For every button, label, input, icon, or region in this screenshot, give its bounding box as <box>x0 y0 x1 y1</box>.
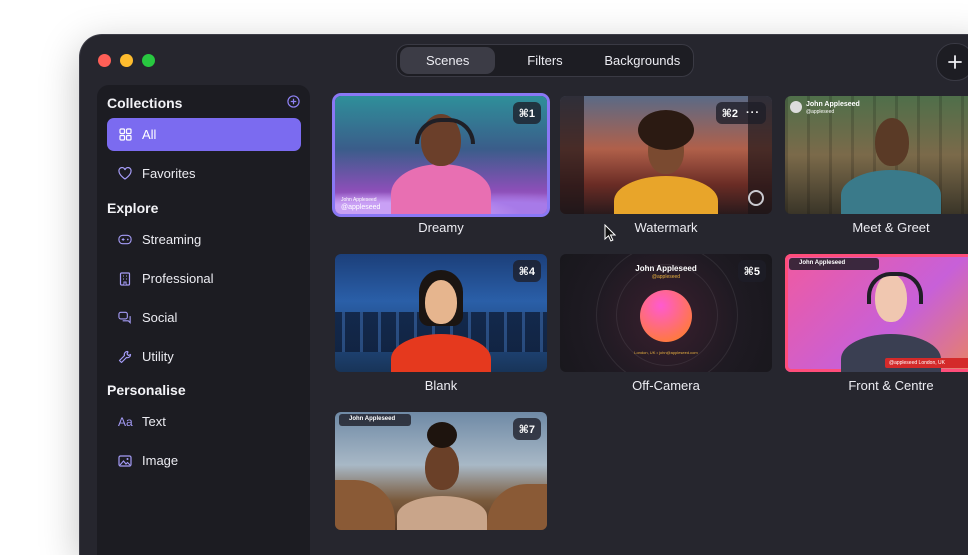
watermark-logo-icon <box>748 190 764 206</box>
scene-thumbnail: John Appleseed ⌘7 <box>335 412 547 530</box>
sidebar-item-label: Social <box>142 310 178 325</box>
sidebar-item-label: Professional <box>142 271 214 286</box>
plus-icon <box>948 55 962 69</box>
overlay-handle-label: @appleseed <box>806 109 835 115</box>
view-tabs: Scenes Filters Backgrounds <box>396 44 694 77</box>
scene-card-blank[interactable]: ⌘4 Blank <box>335 254 547 393</box>
overlay-name-label: John Appleseed <box>806 101 860 108</box>
scene-name: Blank <box>424 378 458 393</box>
shortcut-badge: ⌘4 <box>512 260 541 282</box>
maximize-window-button[interactable] <box>142 54 155 67</box>
shortcut-label: ⌘4 <box>518 265 535 278</box>
overlay-name-label: John Appleseed <box>349 416 396 422</box>
sidebar-item-label: Utility <box>142 349 174 364</box>
building-icon <box>118 271 132 286</box>
sidebar-item-professional[interactable]: Professional <box>107 262 301 295</box>
image-icon <box>118 454 132 468</box>
sidebar-item-favorites[interactable]: Favorites <box>107 157 301 190</box>
tab-backgrounds[interactable]: Backgrounds <box>595 47 690 74</box>
sidebar-item-label: All <box>142 127 157 142</box>
shortcut-label: ⌘1 <box>518 107 535 120</box>
sidebar-item-social[interactable]: Social <box>107 301 301 334</box>
add-collection-icon[interactable] <box>287 95 300 108</box>
sidebar-item-label: Image <box>142 453 179 468</box>
more-options-icon[interactable]: ··· <box>746 107 760 119</box>
shortcut-label: ⌘7 <box>518 423 535 436</box>
overlay-footer-label: London, UK • john@appleseed.com <box>634 350 698 355</box>
close-window-button[interactable] <box>98 54 111 67</box>
shortcut-badge: ⌘1 <box>512 102 541 124</box>
overlay-footer-label: @appleseed London, UK <box>889 360 945 366</box>
sidebar-item-image[interactable]: Image <box>107 444 301 477</box>
personalise-title: Personalise <box>107 382 186 398</box>
overlay-name-label: John Appleseed <box>799 260 846 266</box>
overlay-handle-label: @appleseed <box>341 204 381 211</box>
scene-name: Dreamy <box>418 220 464 235</box>
scene-thumbnail: John Appleseed @appleseed London, UK • j… <box>560 254 772 372</box>
shortcut-badge: ⌘5 <box>737 260 766 282</box>
explore-title: Explore <box>107 200 159 216</box>
sidebar-item-all[interactable]: All <box>107 118 301 151</box>
scene-name: Front & Centre <box>848 378 934 393</box>
scene-card-7[interactable]: John Appleseed ⌘7 <box>335 412 547 536</box>
text-aa-icon: Aa <box>118 414 133 429</box>
minimize-window-button[interactable] <box>120 54 133 67</box>
scene-thumbnail: ⌘4 <box>335 254 547 372</box>
shortcut-badge: ⌘7 <box>512 418 541 440</box>
wrench-icon <box>118 350 132 364</box>
scene-thumbnail: John Appleseed @appleseed London, UK <box>785 254 968 372</box>
gamepad-icon <box>118 233 132 247</box>
sidebar-item-label: Favorites <box>142 166 196 181</box>
scene-card-dreamy[interactable]: John Appleseed @appleseed ⌘1 Dreamy <box>335 96 547 235</box>
chat-bubbles-icon <box>118 311 132 325</box>
sidebar-item-label: Streaming <box>142 232 202 247</box>
scene-thumbnail: John Appleseed @appleseed <box>785 96 968 214</box>
grid-icon <box>118 128 132 142</box>
scene-name: Meet & Greet <box>852 220 930 235</box>
add-scene-button[interactable] <box>936 43 968 81</box>
mouse-cursor-icon <box>604 224 616 242</box>
scene-name: Off-Camera <box>632 378 700 393</box>
scene-card-watermark[interactable]: ⌘2 ··· Watermark <box>560 96 772 235</box>
tab-filters[interactable]: Filters <box>495 47 594 74</box>
scene-thumbnail: ⌘2 ··· <box>560 96 772 214</box>
sidebar-item-utility[interactable]: Utility <box>107 340 301 373</box>
scene-card-off-camera[interactable]: John Appleseed @appleseed London, UK • j… <box>560 254 772 393</box>
collections-title: Collections <box>107 95 183 111</box>
shortcut-label: ⌘2 <box>721 107 738 120</box>
app-window: Scenes Filters Backgrounds Collections A… <box>80 35 968 555</box>
avatar <box>790 101 802 113</box>
tab-scenes[interactable]: Scenes <box>400 47 496 74</box>
scene-name: Watermark <box>634 220 698 235</box>
scene-card-front-centre[interactable]: John Appleseed @appleseed London, UK Fro… <box>785 254 968 393</box>
shortcut-badge[interactable]: ⌘2 ··· <box>715 102 766 124</box>
scene-thumbnail: John Appleseed @appleseed ⌘1 <box>335 96 547 214</box>
heart-icon <box>118 167 132 181</box>
shortcut-label: ⌘5 <box>743 265 760 278</box>
sidebar-item-streaming[interactable]: Streaming <box>107 223 301 256</box>
sidebar-item-text[interactable]: Aa Text <box>107 405 301 438</box>
overlay-name-label: John Appleseed <box>341 197 377 203</box>
sidebar-item-label: Text <box>142 414 166 429</box>
scene-card-meet-greet[interactable]: John Appleseed @appleseed Meet & Greet <box>785 96 968 235</box>
sidebar: Collections All Favorites Explore Stream… <box>97 85 310 555</box>
